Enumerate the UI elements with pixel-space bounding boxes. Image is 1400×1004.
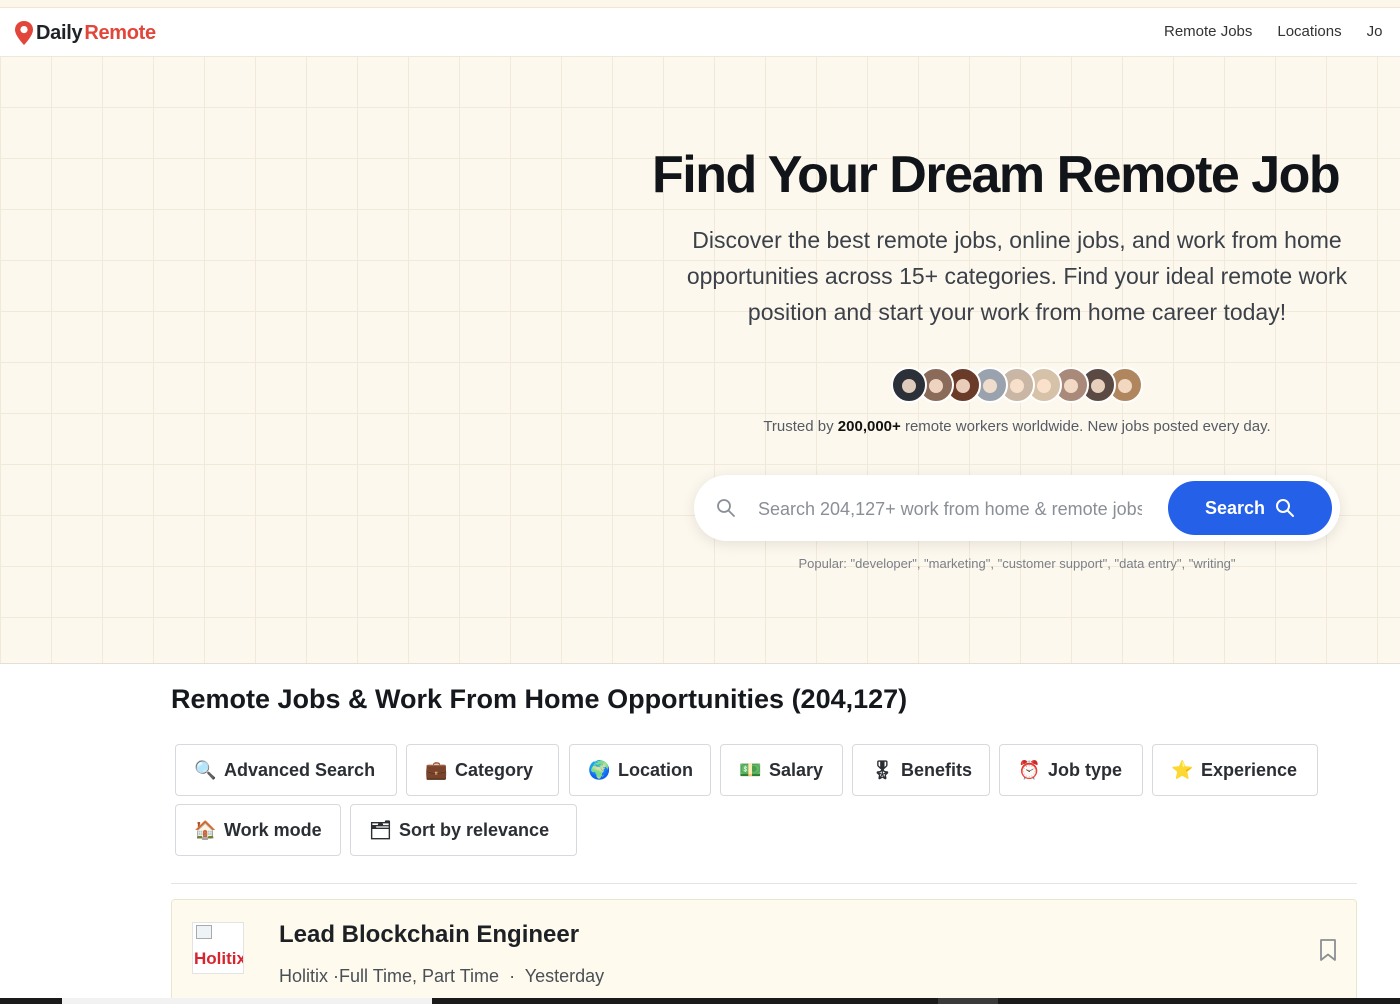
search-button-label: Search <box>1204 497 1266 518</box>
avatar-face <box>956 379 970 393</box>
job-meta: Holitix ·Full Time, Part Time · Yesterda… <box>279 966 604 987</box>
job-card[interactable]: Holitix Lead Blockchain Engineer Holitix… <box>171 899 1357 1004</box>
top-strip <box>0 0 1400 8</box>
search-input[interactable] <box>758 493 1142 525</box>
avatar-face <box>1064 379 1078 393</box>
filter-work-mode[interactable]: 🏠 Work mode <box>175 804 341 856</box>
logo[interactable]: Daily Remote <box>14 20 156 46</box>
job-company: Holitix <box>279 966 329 986</box>
filter-salary[interactable]: 💵 Salary <box>720 744 843 796</box>
filter-label: Salary <box>769 759 824 780</box>
filter-label: Job type <box>1048 759 1123 780</box>
trusted-count: 200,000+ <box>837 418 901 435</box>
avatar-face <box>929 379 943 393</box>
search-button[interactable]: Search <box>1168 481 1332 535</box>
trusted-suffix: remote workers worldwide. New jobs poste… <box>904 418 1271 435</box>
company-logo-alt-text: Holitix <box>194 949 244 968</box>
nav-link-remote-jobs[interactable]: Remote Jobs <box>1164 23 1252 40</box>
taskbar-strip <box>0 998 1400 1004</box>
hero-subtitle: Discover the best remote jobs, online jo… <box>686 227 1348 325</box>
nav-link-locations[interactable]: Locations <box>1277 23 1341 40</box>
filter-label: Work mode <box>224 819 322 840</box>
globe-icon: 🌍 <box>588 759 611 780</box>
job-posted: Yesterday <box>524 966 605 986</box>
job-title[interactable]: Lead Blockchain Engineer <box>279 921 579 949</box>
broken-image-icon <box>196 925 212 939</box>
trusted-line: Trusted by 200,000+ remote workers world… <box>664 418 1370 435</box>
avatar-face <box>902 379 916 393</box>
alarm-clock-icon: ⏰ <box>1018 759 1041 780</box>
logo-text-remote: Remote <box>84 21 156 44</box>
map-pin-icon <box>15 21 33 45</box>
star-icon: ⭐ <box>1171 759 1194 780</box>
filter-experience[interactable]: ⭐ Experience <box>1152 744 1318 796</box>
filter-benefits[interactable]: 🎖 Benefits <box>852 744 990 796</box>
filter-label: Experience <box>1201 759 1298 780</box>
avatar-face <box>983 379 997 393</box>
filter-label: Category <box>455 759 534 780</box>
taskbar-segment <box>62 998 432 1004</box>
filter-label: Advanced Search <box>224 759 376 780</box>
medal-icon: 🎖 <box>871 759 894 780</box>
trusted-prefix: Trusted by <box>763 418 834 435</box>
hero-section: Find Your Dream Remote Job Discover the … <box>0 57 1400 664</box>
avatar <box>891 367 927 403</box>
nav-links: Remote Jobs Locations Jo <box>1164 23 1382 40</box>
logo-text-daily: Daily <box>36 21 83 44</box>
filter-job-type[interactable]: ⏰ Job type <box>999 744 1143 796</box>
filter-label: Benefits <box>901 759 973 780</box>
banknote-icon: 💵 <box>739 759 762 780</box>
filter-advanced-search[interactable]: 🔍 Advanced Search <box>175 744 397 796</box>
card-index-icon: 🗂 <box>369 819 392 840</box>
avatar-face <box>1037 379 1051 393</box>
magnifier-icon: 🔍 <box>194 759 217 780</box>
company-logo: Holitix <box>192 922 244 974</box>
search-icon <box>717 499 735 517</box>
nav-link-jobs-truncated[interactable]: Jo <box>1367 23 1383 40</box>
filter-category[interactable]: 💼 Category <box>406 744 559 796</box>
filter-label: Location <box>618 759 693 780</box>
avatar-face <box>1010 379 1024 393</box>
meta-separator: · <box>504 966 521 986</box>
filter-label: Sort by relevance <box>399 819 550 840</box>
popular-searches: Popular: "developer", "marketing", "cust… <box>798 556 1236 571</box>
avatar-face <box>1118 379 1132 393</box>
job-type: ·Full Time, Part Time <box>333 966 500 986</box>
filter-location[interactable]: 🌍 Location <box>569 744 711 796</box>
avatar-stack <box>891 367 1143 403</box>
top-navigation: Daily Remote Remote Jobs Locations Jo <box>0 8 1400 57</box>
hero-title: Find Your Dream Remote Job <box>652 146 1341 204</box>
bookmark-icon[interactable] <box>1318 938 1338 962</box>
search-icon <box>1276 499 1295 517</box>
briefcase-icon: 💼 <box>425 759 448 780</box>
sort-by-relevance[interactable]: 🗂 Sort by relevance <box>350 804 577 856</box>
avatar-face <box>1091 379 1105 393</box>
house-icon: 🏠 <box>194 819 217 840</box>
listing-title: Remote Jobs & Work From Home Opportuniti… <box>171 684 908 714</box>
taskbar-segment <box>938 998 998 1004</box>
search-bar: Search <box>694 475 1340 541</box>
divider <box>171 883 1357 884</box>
